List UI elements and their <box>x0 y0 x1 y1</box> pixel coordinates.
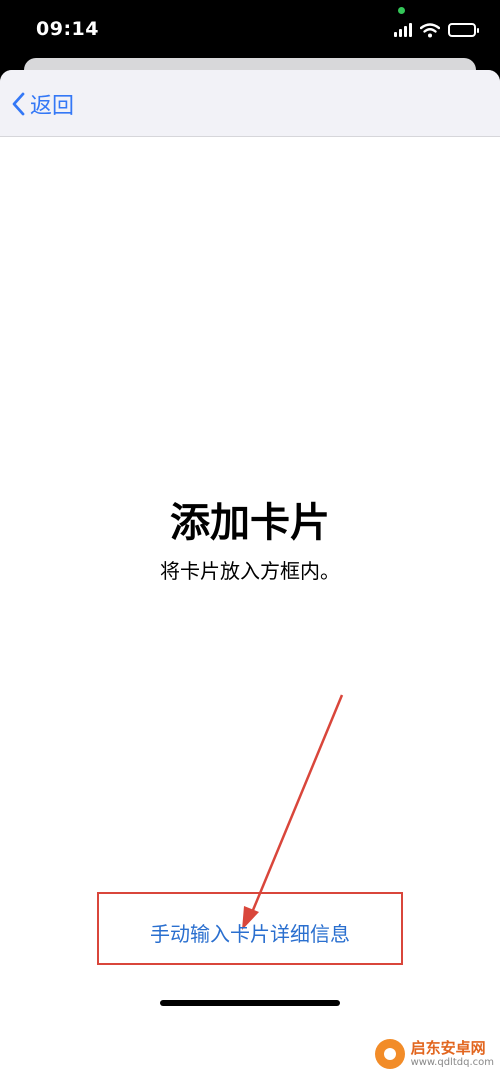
watermark: 启东安卓网 www.qdltdq.com <box>374 1039 494 1069</box>
home-indicator[interactable] <box>160 1000 340 1006</box>
watermark-url: www.qdltdq.com <box>410 1056 494 1068</box>
watermark-logo-icon <box>374 1039 405 1069</box>
watermark-name: 启东安卓网 <box>410 1039 486 1058</box>
phone-screen: 09:14 返回 添加卡片 将卡片放入方框内。 手动输入卡片详细信息 启东安卓网… <box>0 0 500 1083</box>
manual-entry-button[interactable]: 手动输入卡片详细信息 <box>0 918 500 947</box>
